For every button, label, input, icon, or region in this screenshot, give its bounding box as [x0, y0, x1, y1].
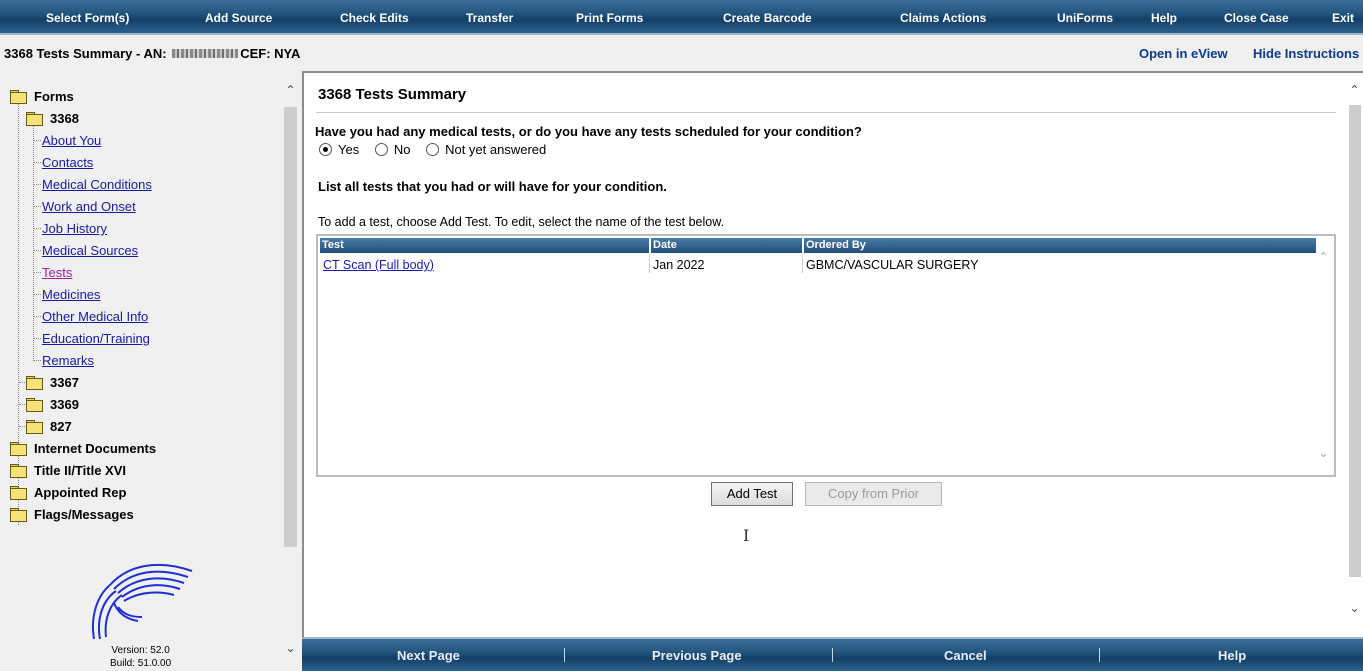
chevron-down-icon[interactable]: ⌄ [283, 641, 298, 655]
nav-tests[interactable]: Tests [42, 265, 72, 280]
case-title-suffix: CEF: NYA [240, 46, 301, 61]
chevron-up-icon[interactable]: ⌃ [1316, 250, 1331, 264]
case-title-prefix: 3368 Tests Summary - AN: [4, 46, 167, 61]
tree-flags-messages[interactable]: Flags/Messages [34, 507, 134, 522]
menu-uniforms[interactable]: UniForms [1057, 11, 1113, 25]
chevron-up-icon[interactable]: ⌃ [283, 83, 298, 97]
left-navigation-tree: Forms 3368 About You Contacts Medical Co… [0, 71, 300, 671]
tree-internet-documents[interactable]: Internet Documents [34, 441, 156, 456]
cancel-button[interactable]: Cancel [944, 648, 987, 663]
main-scrollbar[interactable]: ⌃ ⌄ [1347, 83, 1363, 628]
chevron-down-icon[interactable]: ⌄ [1347, 601, 1362, 615]
version-info: Version: 52.0 Build: 51.0.00 [110, 644, 171, 670]
bottom-navigation-bar: Next Page Previous Page Cancel Help [302, 637, 1363, 671]
chevron-up-icon[interactable]: ⌃ [1347, 83, 1362, 97]
radio-not-yet-answered[interactable]: Not yet answered [426, 142, 546, 157]
radio-yes[interactable]: Yes [319, 142, 359, 157]
folder-icon [10, 442, 27, 456]
tree-title-ii-xvi[interactable]: Title II/Title XVI [34, 463, 126, 478]
tests-table: Test Date Ordered By CT Scan (Full body)… [316, 234, 1336, 545]
table-scrollbar[interactable]: ⌃ ⌄ [1316, 238, 1333, 474]
copy-from-prior-button[interactable]: Copy from Prior [805, 482, 942, 506]
menu-check-edits[interactable]: Check Edits [340, 11, 409, 25]
menu-exit[interactable]: Exit [1332, 11, 1354, 25]
radio-yes-button[interactable] [319, 143, 332, 156]
radio-yes-label: Yes [338, 142, 360, 157]
hide-instructions-link[interactable]: Hide Instructions [1253, 46, 1359, 61]
help-button[interactable]: Help [1218, 648, 1246, 663]
text-cursor-icon: I [743, 526, 750, 545]
tests-question: Have you had any medical tests, or do yo… [315, 124, 862, 139]
nav-work-and-onset[interactable]: Work and Onset [42, 199, 136, 214]
title-divider [316, 112, 1336, 113]
tree-form-3367[interactable]: 3367 [50, 375, 79, 390]
redacted-account-number [172, 49, 239, 58]
chevron-down-icon[interactable]: ⌄ [1316, 446, 1331, 460]
nav-medical-conditions[interactable]: Medical Conditions [42, 177, 152, 192]
menu-create-barcode[interactable]: Create Barcode [723, 11, 812, 25]
case-header: 3368 Tests Summary - AN: CEF: NYA Open i… [0, 35, 1363, 71]
test-ordered-by: GBMC/VASCULAR SURGERY [806, 258, 979, 272]
nav-job-history[interactable]: Job History [42, 221, 107, 236]
nav-contacts[interactable]: Contacts [42, 155, 93, 170]
next-page-button[interactable]: Next Page [397, 648, 460, 663]
left-scrollbar[interactable]: ⌃ ⌄ [283, 83, 298, 658]
nav-other-medical-info[interactable]: Other Medical Info [42, 309, 148, 324]
previous-page-button[interactable]: Previous Page [652, 648, 742, 663]
tests-answer-radio-group: Yes No Not yet answered [319, 142, 558, 159]
folder-icon [10, 464, 27, 478]
add-test-button[interactable]: Add Test [711, 482, 793, 506]
tree-forms[interactable]: Forms [34, 89, 74, 104]
column-header-date[interactable]: Date [653, 239, 677, 251]
nav-remarks[interactable]: Remarks [42, 353, 94, 368]
column-header-test[interactable]: Test [322, 239, 344, 251]
main-content-pane: 3368 Tests Summary Have you had any medi… [302, 71, 1363, 637]
tree-line [18, 103, 19, 525]
folder-icon [26, 376, 43, 390]
radio-not-yet-answered-button[interactable] [426, 143, 440, 156]
table-row[interactable]: CT Scan (Full body) Jan 2022 GBMC/VASCUL… [320, 255, 1316, 273]
tree-form-827[interactable]: 827 [50, 419, 72, 434]
folder-open-icon [10, 90, 27, 104]
tree-line [33, 125, 34, 361]
list-heading: List all tests that you had or will have… [318, 179, 667, 194]
folder-icon [10, 508, 27, 522]
radio-no-button[interactable] [374, 143, 388, 156]
test-date: Jan 2022 [653, 258, 705, 272]
eagle-logo [92, 563, 193, 640]
radio-not-yet-answered-label: Not yet answered [445, 142, 547, 157]
menu-transfer[interactable]: Transfer [466, 11, 513, 25]
build-number: Build: 51.0.00 [110, 658, 172, 669]
radio-no-label: No [393, 142, 411, 157]
nav-medicines[interactable]: Medicines [42, 287, 101, 302]
page-title: 3368 Tests Summary [318, 86, 467, 103]
tree-appointed-rep[interactable]: Appointed Rep [34, 485, 126, 500]
nav-about-you[interactable]: About You [42, 133, 101, 148]
left-scrollbar-thumb[interactable] [284, 107, 297, 547]
folder-icon [26, 398, 43, 412]
folder-open-icon [26, 112, 43, 126]
tree-form-3369[interactable]: 3369 [50, 397, 79, 412]
version-number: Version: 52.0 [111, 645, 170, 656]
column-header-ordered-by[interactable]: Ordered By [806, 239, 866, 251]
case-title: 3368 Tests Summary - AN: CEF: NYA [4, 46, 300, 61]
menu-add-source[interactable]: Add Source [205, 11, 272, 25]
nav-education-training[interactable]: Education/Training [42, 331, 150, 346]
menu-select-forms[interactable]: Select Form(s) [46, 11, 129, 25]
main-scrollbar-thumb[interactable] [1349, 105, 1361, 577]
tree-form-3368[interactable]: 3368 [50, 111, 79, 126]
menu-close-case[interactable]: Close Case [1224, 11, 1289, 25]
open-in-eview-link[interactable]: Open in eView [1139, 46, 1228, 61]
folder-icon [10, 486, 27, 500]
table-header: Test Date Ordered By [320, 238, 1316, 253]
menu-claims-actions[interactable]: Claims Actions [900, 11, 986, 25]
nav-medical-sources[interactable]: Medical Sources [42, 243, 138, 258]
menu-print-forms[interactable]: Print Forms [576, 11, 643, 25]
radio-no[interactable]: No [374, 142, 411, 157]
top-menu-bar: Select Form(s) Add Source Check Edits Tr… [0, 0, 1363, 35]
folder-icon [26, 420, 43, 434]
menu-help[interactable]: Help [1151, 11, 1177, 25]
test-name-link[interactable]: CT Scan (Full body) [323, 258, 434, 272]
instructions-text: To add a test, choose Add Test. To edit,… [318, 215, 725, 229]
